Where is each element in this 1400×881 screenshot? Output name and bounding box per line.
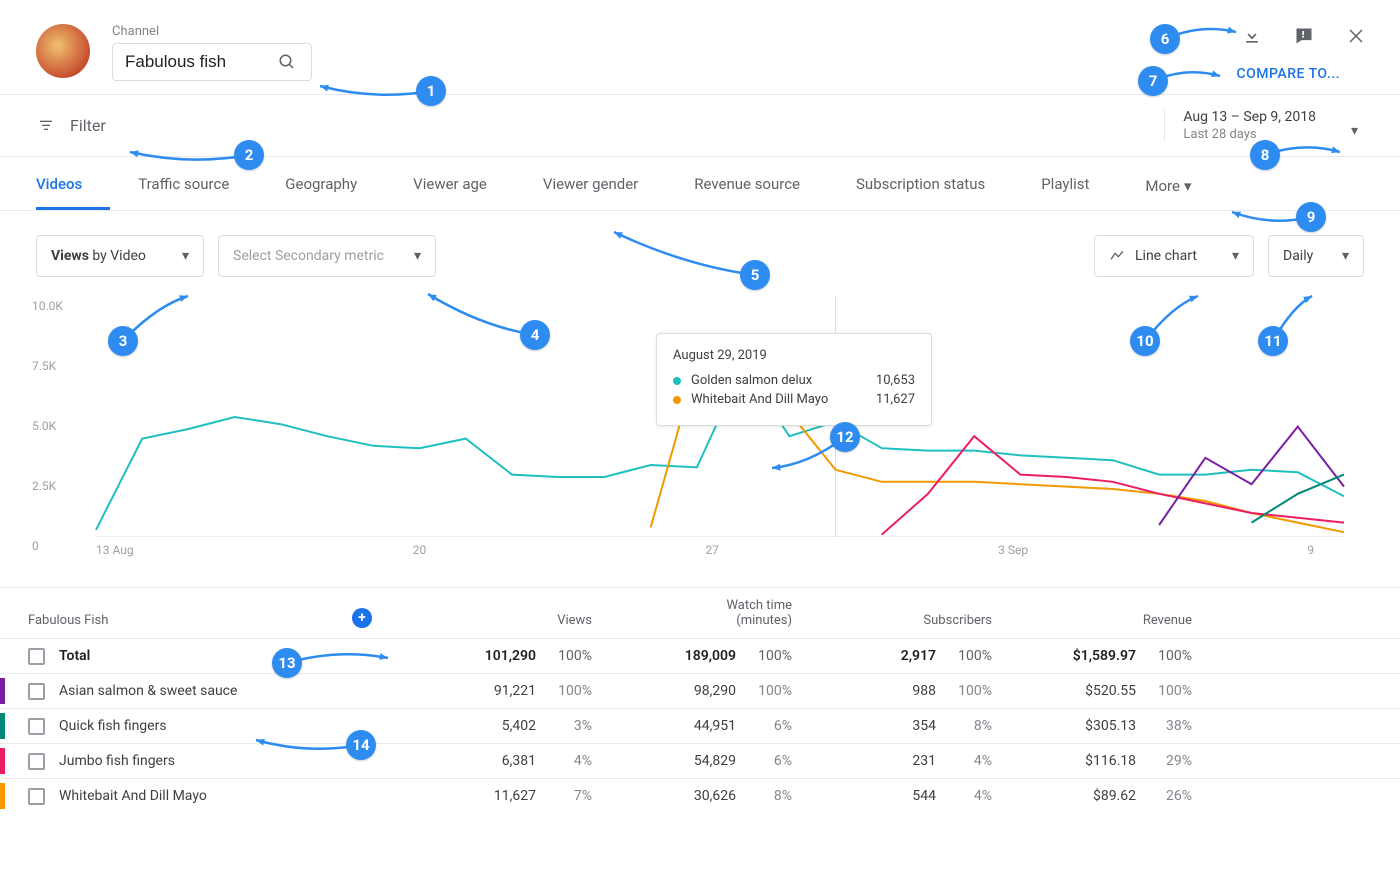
secondary-metric-select[interactable]: Select Secondary metric ▾: [218, 235, 436, 277]
tab-videos[interactable]: Videos: [36, 157, 110, 210]
chevron-down-icon: ▾: [414, 248, 421, 264]
secondary-metric-placeholder: Select Secondary metric: [233, 248, 384, 264]
download-icon[interactable]: [1240, 24, 1264, 48]
col-revenue[interactable]: Revenue: [1020, 613, 1220, 628]
chart-type-label: Line chart: [1135, 248, 1197, 264]
compare-to-link[interactable]: COMPARE TO...: [1237, 66, 1373, 82]
table-row[interactable]: Jumbo fish fingers6,3814%54,8296%2314%$1…: [0, 743, 1400, 778]
y-tick: 5.0K: [32, 419, 56, 433]
annotation-4: 4: [520, 320, 550, 350]
annotation-5: 5: [740, 260, 770, 290]
x-tick: 27: [705, 543, 719, 557]
annotation-9: 9: [1296, 202, 1326, 232]
filter-button[interactable]: Filter: [36, 116, 106, 135]
row-checkbox[interactable]: [28, 718, 45, 735]
tooltip-date: August 29, 2019: [673, 348, 915, 363]
annotation-12: 12: [830, 422, 860, 452]
date-range-picker[interactable]: Aug 13 – Sep 9, 2018 Last 28 days ▾: [1164, 109, 1372, 142]
chart-tooltip: August 29, 2019 Golden salmon delux10,65…: [656, 333, 932, 426]
annotation-14: 14: [346, 730, 376, 760]
line-chart-icon: [1109, 248, 1125, 264]
annotation-3: 3: [108, 326, 138, 356]
search-icon[interactable]: [275, 50, 299, 74]
chevron-down-icon: ▾: [182, 248, 189, 264]
chevron-down-icon: ▾: [1351, 123, 1358, 139]
table-row[interactable]: Total101,290100%189,009100%2,917100%$1,5…: [0, 638, 1400, 673]
annotation-8: 8: [1250, 140, 1280, 170]
annotation-10: 10: [1130, 326, 1160, 356]
col-views[interactable]: Views: [420, 613, 620, 628]
annotation-11: 11: [1258, 326, 1288, 356]
table-row[interactable]: Whitebait And Dill Mayo11,6277%30,6268%5…: [0, 778, 1400, 813]
row-name: Asian salmon & sweet sauce: [59, 683, 237, 699]
y-tick: 0: [32, 539, 39, 553]
table-row[interactable]: Quick fish fingers5,4023%44,9516%3548%$3…: [0, 708, 1400, 743]
col-watch-time[interactable]: Watch time (minutes): [620, 598, 820, 628]
x-tick: 13 Aug: [96, 543, 134, 557]
filter-label: Filter: [70, 116, 106, 135]
row-name: Quick fish fingers: [59, 718, 167, 734]
chevron-down-icon: ▾: [1342, 248, 1349, 264]
primary-metric-select[interactable]: Views by Video ▾: [36, 235, 204, 277]
close-icon[interactable]: [1344, 24, 1368, 48]
dimension-tabs: VideosTraffic sourceGeographyViewer ageV…: [0, 157, 1400, 211]
channel-search-box[interactable]: [112, 43, 312, 81]
y-tick: 7.5K: [32, 359, 56, 373]
y-tick: 10.0K: [32, 299, 63, 313]
tab-viewer-age[interactable]: Viewer age: [413, 157, 515, 210]
row-checkbox[interactable]: [28, 648, 45, 665]
y-tick: 2.5K: [32, 479, 56, 493]
annotation-2: 2: [234, 140, 264, 170]
tooltip-row: Golden salmon delux10,653: [673, 373, 915, 388]
table-row[interactable]: Asian salmon & sweet sauce91,221100%98,2…: [0, 673, 1400, 708]
chart-type-select[interactable]: Line chart ▾: [1094, 235, 1254, 277]
add-column-button[interactable]: +: [352, 608, 372, 628]
tab-revenue-source[interactable]: Revenue source: [694, 157, 828, 210]
x-tick: 20: [413, 543, 427, 557]
channel-search-input[interactable]: [125, 52, 275, 72]
granularity-label: Daily: [1283, 248, 1313, 264]
tab-subscription-status[interactable]: Subscription status: [856, 157, 1013, 210]
chevron-down-icon: ▾: [1232, 248, 1239, 264]
views-chart[interactable]: 02.5K5.0K7.5K10.0K 13 Aug20273 Sep9 Augu…: [36, 297, 1364, 587]
annotation-13: 13: [272, 648, 302, 678]
tooltip-row: Whitebait And Dill Mayo11,627: [673, 392, 915, 407]
row-name: Total: [59, 648, 90, 664]
filter-icon: [36, 118, 56, 134]
tab-viewer-gender[interactable]: Viewer gender: [543, 157, 666, 210]
col-subscribers[interactable]: Subscribers: [820, 613, 1020, 628]
row-name: Whitebait And Dill Mayo: [59, 788, 207, 804]
annotation-7: 7: [1138, 66, 1168, 96]
row-name: Jumbo fish fingers: [59, 753, 175, 769]
tab-more[interactable]: More▾: [1145, 157, 1219, 210]
x-tick: 9: [1307, 543, 1314, 557]
date-range-text: Aug 13 – Sep 9, 2018: [1183, 109, 1316, 125]
video-table: Fabulous Fish + Views Watch time (minute…: [0, 587, 1400, 813]
row-checkbox[interactable]: [28, 683, 45, 700]
chevron-down-icon: ▾: [1184, 177, 1192, 195]
annotation-1: 1: [416, 76, 446, 106]
table-title: Fabulous Fish: [28, 613, 108, 628]
tab-playlist[interactable]: Playlist: [1041, 157, 1117, 210]
annotation-6: 6: [1150, 24, 1180, 54]
row-checkbox[interactable]: [28, 753, 45, 770]
primary-metric-label: Views by Video: [51, 248, 146, 264]
channel-avatar[interactable]: [36, 24, 90, 78]
channel-label: Channel: [112, 24, 312, 39]
granularity-select[interactable]: Daily ▾: [1268, 235, 1364, 277]
feedback-icon[interactable]: [1292, 24, 1316, 48]
date-span-text: Last 28 days: [1183, 127, 1316, 142]
x-tick: 3 Sep: [998, 543, 1028, 557]
row-checkbox[interactable]: [28, 788, 45, 805]
tab-geography[interactable]: Geography: [285, 157, 385, 210]
